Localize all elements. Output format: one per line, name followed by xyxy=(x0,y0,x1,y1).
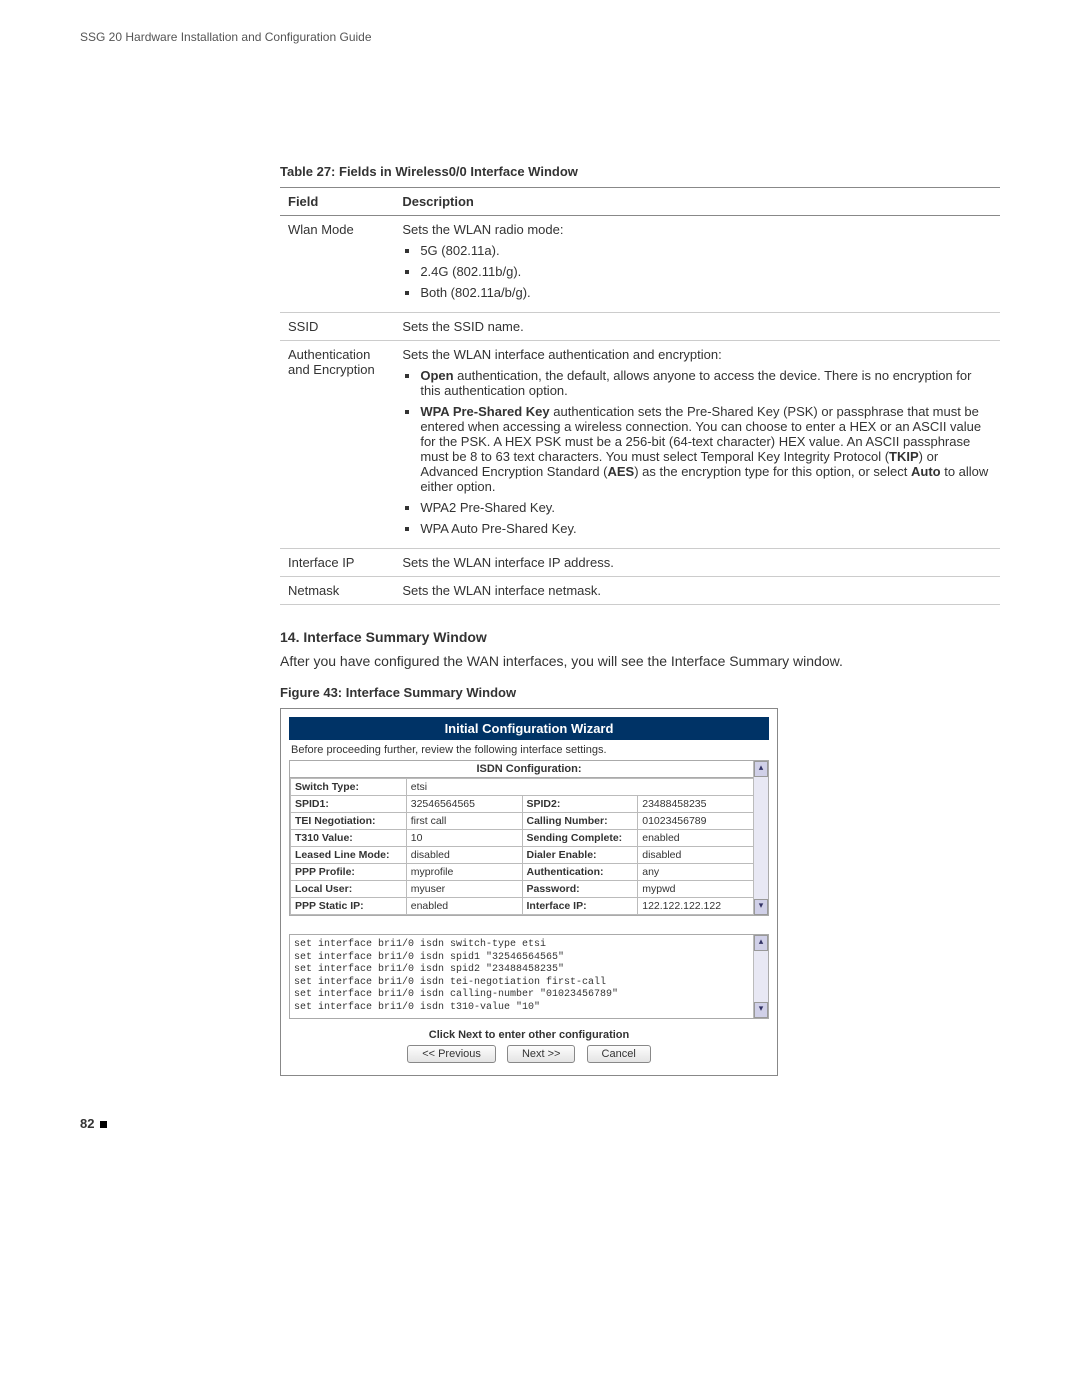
cancel-button[interactable]: Cancel xyxy=(587,1045,651,1063)
field-cell: Netmask xyxy=(280,577,394,605)
bold-term: Auto xyxy=(911,464,941,479)
bold-term: Open xyxy=(420,368,453,383)
isdn-value: any xyxy=(638,864,754,881)
wizard-instruction: Before proceeding further, review the fo… xyxy=(289,740,769,760)
bold-term: TKIP xyxy=(889,449,919,464)
cli-output: set interface bri1/0 isdn switch-type et… xyxy=(290,935,754,1018)
isdn-label: Password: xyxy=(522,881,638,898)
square-bullet-icon xyxy=(100,1121,107,1128)
section-heading: 14. Interface Summary Window xyxy=(280,629,1000,645)
isdn-label: Sending Complete: xyxy=(522,830,638,847)
wizard-title: Initial Configuration Wizard xyxy=(289,717,769,740)
isdn-value: 01023456789 xyxy=(638,813,754,830)
desc-cell: Sets the WLAN interface IP address. xyxy=(394,549,1000,577)
isdn-heading: ISDN Configuration: xyxy=(290,761,768,778)
page-number: 82 xyxy=(80,1116,1000,1131)
fields-table: Field Description Wlan Mode Sets the WLA… xyxy=(280,187,1000,605)
isdn-value: enabled xyxy=(406,898,522,915)
isdn-value: myuser xyxy=(406,881,522,898)
table-row: Wlan Mode Sets the WLAN radio mode: 5G (… xyxy=(280,216,1000,313)
scroll-down-icon[interactable]: ▾ xyxy=(754,1002,768,1018)
isdn-label: Interface IP: xyxy=(522,898,638,915)
list-item: WPA Auto Pre-Shared Key. xyxy=(420,521,992,536)
isdn-value: enabled xyxy=(638,830,754,847)
desc-cell: Sets the WLAN interface netmask. xyxy=(394,577,1000,605)
isdn-value: disabled xyxy=(406,847,522,864)
page-header: SSG 20 Hardware Installation and Configu… xyxy=(80,30,1000,44)
isdn-config-box: ISDN Configuration: Switch Type: etsi SP… xyxy=(289,760,769,916)
scroll-up-icon[interactable]: ▴ xyxy=(754,935,768,951)
isdn-label: Calling Number: xyxy=(522,813,638,830)
isdn-value: 32546564565 xyxy=(406,796,522,813)
list-item: WPA Pre-Shared Key authentication sets t… xyxy=(420,404,992,494)
isdn-label: PPP Profile: xyxy=(291,864,407,881)
isdn-value: disabled xyxy=(638,847,754,864)
click-next-label: Click Next to enter other configuration xyxy=(289,1029,769,1041)
isdn-label: Authentication: xyxy=(522,864,638,881)
isdn-label: SPID2: xyxy=(522,796,638,813)
isdn-value: mypwd xyxy=(638,881,754,898)
next-button[interactable]: Next >> xyxy=(507,1045,576,1063)
desc-cell: Sets the SSID name. xyxy=(394,313,1000,341)
wizard-window: Initial Configuration Wizard Before proc… xyxy=(280,708,778,1076)
isdn-label: T310 Value: xyxy=(291,830,407,847)
scroll-up-icon[interactable]: ▴ xyxy=(754,761,768,777)
scrollbar[interactable]: ▴ ▾ xyxy=(753,761,768,915)
isdn-label: Switch Type: xyxy=(291,779,407,796)
isdn-label: TEI Negotiation: xyxy=(291,813,407,830)
table-row: Interface IP Sets the WLAN interface IP … xyxy=(280,549,1000,577)
field-cell: Authentication and Encryption xyxy=(280,341,394,549)
table-caption: Table 27: Fields in Wireless0/0 Interfac… xyxy=(280,164,1000,179)
isdn-label: Leased Line Mode: xyxy=(291,847,407,864)
col-description: Description xyxy=(394,188,1000,216)
isdn-table: Switch Type: etsi SPID1: 32546564565 SPI… xyxy=(290,778,754,915)
cli-output-box: set interface bri1/0 isdn switch-type et… xyxy=(289,934,769,1019)
field-cell: Wlan Mode xyxy=(280,216,394,313)
isdn-value: first call xyxy=(406,813,522,830)
list-item: Open authentication, the default, allows… xyxy=(420,368,992,398)
desc-text: Sets the WLAN interface authentication a… xyxy=(402,347,721,362)
scrollbar[interactable]: ▴ ▾ xyxy=(753,935,768,1018)
isdn-value: 23488458235 xyxy=(638,796,754,813)
col-field: Field xyxy=(280,188,394,216)
field-cell: SSID xyxy=(280,313,394,341)
table-row: Netmask Sets the WLAN interface netmask. xyxy=(280,577,1000,605)
desc-cell: Sets the WLAN radio mode: 5G (802.11a). … xyxy=(394,216,1000,313)
list-item: 5G (802.11a). xyxy=(420,243,992,258)
page-number-value: 82 xyxy=(80,1116,94,1131)
field-cell: Interface IP xyxy=(280,549,394,577)
isdn-label: PPP Static IP: xyxy=(291,898,407,915)
text: authentication, the default, allows anyo… xyxy=(420,368,971,398)
text: ) as the encryption type for this option… xyxy=(634,464,911,479)
figure-caption: Figure 43: Interface Summary Window xyxy=(280,685,1000,700)
isdn-label: SPID1: xyxy=(291,796,407,813)
list-item: 2.4G (802.11b/g). xyxy=(420,264,992,279)
desc-text: Sets the WLAN radio mode: xyxy=(402,222,563,237)
list-item: WPA2 Pre-Shared Key. xyxy=(420,500,992,515)
list-item: Both (802.11a/b/g). xyxy=(420,285,992,300)
scroll-down-icon[interactable]: ▾ xyxy=(754,899,768,915)
isdn-value: myprofile xyxy=(406,864,522,881)
isdn-value: etsi xyxy=(406,779,753,796)
isdn-label: Local User: xyxy=(291,881,407,898)
isdn-label: Dialer Enable: xyxy=(522,847,638,864)
desc-cell: Sets the WLAN interface authentication a… xyxy=(394,341,1000,549)
isdn-value: 10 xyxy=(406,830,522,847)
bold-term: WPA Pre-Shared Key xyxy=(420,404,549,419)
bold-term: AES xyxy=(608,464,635,479)
table-row: Authentication and Encryption Sets the W… xyxy=(280,341,1000,549)
previous-button[interactable]: << Previous xyxy=(407,1045,496,1063)
section-body: After you have configured the WAN interf… xyxy=(280,653,1000,669)
isdn-value: 122.122.122.122 xyxy=(638,898,754,915)
table-row: SSID Sets the SSID name. xyxy=(280,313,1000,341)
